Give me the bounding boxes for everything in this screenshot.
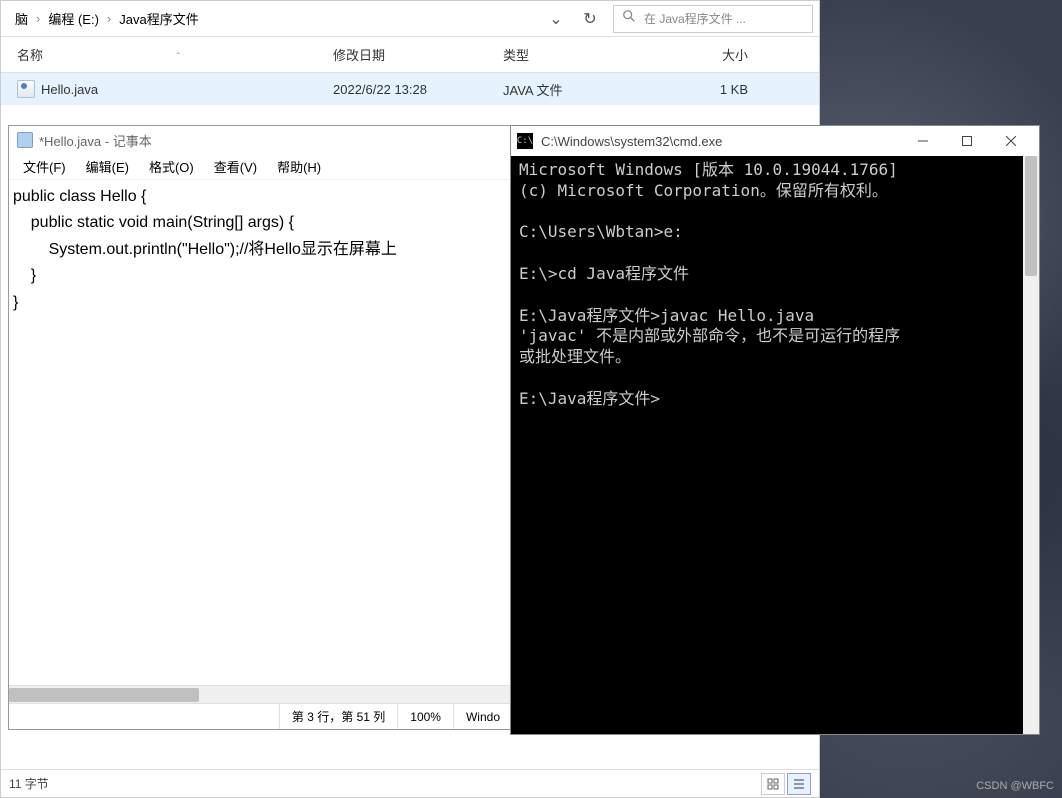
- column-date[interactable]: 修改日期: [333, 45, 503, 64]
- maximize-button[interactable]: [945, 126, 989, 156]
- refresh-icon[interactable]: ↻: [575, 5, 605, 33]
- status-eol: Windo: [453, 704, 512, 729]
- cmd-icon: C:\: [517, 133, 533, 149]
- minimize-button[interactable]: [901, 126, 945, 156]
- file-date: 2022/6/22 13:28: [333, 82, 503, 97]
- breadcrumb-item[interactable]: 脑: [9, 5, 34, 32]
- notepad-status-bar: 第 3 行，第 51 列 100% Windo: [9, 703, 512, 729]
- menu-edit[interactable]: 编辑(E): [76, 154, 139, 179]
- file-row[interactable]: Hello.java 2022/6/22 13:28 JAVA 文件 1 KB: [1, 73, 819, 105]
- notepad-icon: [17, 132, 33, 148]
- cmd-title-bar[interactable]: C:\ C:\Windows\system32\cmd.exe: [511, 126, 1039, 156]
- file-name: Hello.java: [41, 82, 98, 97]
- cmd-title: C:\Windows\system32\cmd.exe: [541, 134, 901, 149]
- search-icon: [614, 9, 644, 28]
- java-file-icon: [17, 80, 35, 98]
- explorer-address-bar: 脑 › 编程 (E:) › Java程序文件 ⌄ ↻ 在 Java程序文件 ..…: [1, 1, 819, 37]
- view-thumbnails-icon[interactable]: [761, 773, 785, 795]
- notepad-title: *Hello.java - 记事本: [39, 131, 152, 150]
- file-size: 1 KB: [648, 82, 748, 97]
- scrollbar-thumb[interactable]: [1025, 156, 1037, 276]
- search-input[interactable]: 在 Java程序文件 ...: [613, 5, 813, 33]
- status-zoom: 100%: [397, 704, 453, 729]
- close-button[interactable]: [989, 126, 1033, 156]
- column-size[interactable]: 大小: [648, 45, 748, 64]
- breadcrumb[interactable]: 脑 › 编程 (E:) › Java程序文件: [1, 5, 541, 32]
- chevron-right-icon: ›: [34, 11, 42, 26]
- column-headers: 名称 ˆ 修改日期 类型 大小: [1, 37, 819, 73]
- status-text: 11 字节: [9, 775, 49, 792]
- chevron-right-icon: ›: [105, 11, 113, 26]
- notepad-title-bar[interactable]: *Hello.java - 记事本: [9, 126, 512, 154]
- cmd-scrollbar-vertical[interactable]: [1023, 156, 1039, 734]
- status-cursor-position: 第 3 行，第 51 列: [279, 704, 397, 729]
- column-name[interactable]: 名称 ˆ: [13, 45, 333, 64]
- sort-arrow-icon: ˆ: [177, 52, 180, 63]
- menu-file[interactable]: 文件(F): [13, 154, 76, 179]
- menu-format[interactable]: 格式(O): [139, 154, 204, 179]
- column-type[interactable]: 类型: [503, 45, 648, 64]
- explorer-status-bar: 11 字节: [1, 769, 819, 797]
- view-details-icon[interactable]: [787, 773, 811, 795]
- watermark: CSDN @WBFC: [976, 780, 1054, 792]
- notepad-menu-bar: 文件(F) 编辑(E) 格式(O) 查看(V) 帮助(H): [9, 154, 512, 180]
- cmd-window: C:\ C:\Windows\system32\cmd.exe Microsof…: [510, 125, 1040, 735]
- menu-view[interactable]: 查看(V): [204, 154, 267, 179]
- cmd-terminal[interactable]: Microsoft Windows [版本 10.0.19044.1766] (…: [511, 156, 1039, 734]
- column-name-label: 名称: [17, 48, 43, 63]
- notepad-scrollbar-horizontal[interactable]: [9, 685, 512, 703]
- breadcrumb-item[interactable]: Java程序文件: [113, 5, 204, 32]
- file-type: JAVA 文件: [503, 80, 648, 99]
- notepad-window: *Hello.java - 记事本 文件(F) 编辑(E) 格式(O) 查看(V…: [8, 125, 513, 730]
- search-placeholder: 在 Java程序文件 ...: [644, 10, 746, 27]
- scrollbar-thumb[interactable]: [9, 688, 199, 702]
- menu-help[interactable]: 帮助(H): [267, 154, 331, 179]
- notepad-text-area[interactable]: public class Hello { public static void …: [9, 180, 512, 320]
- breadcrumb-item[interactable]: 编程 (E:): [42, 5, 105, 32]
- dropdown-icon[interactable]: ⌄: [541, 5, 571, 33]
